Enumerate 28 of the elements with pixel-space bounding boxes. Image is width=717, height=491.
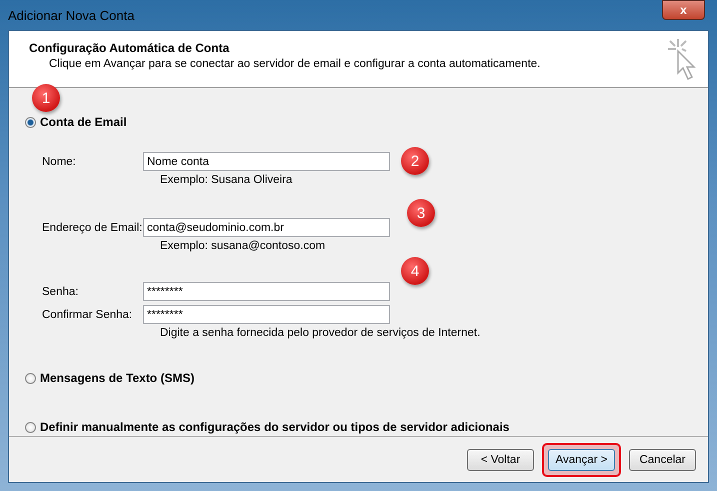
header-title: Configuração Automática de Conta: [29, 41, 230, 55]
option-label[interactable]: Definir manualmente as configurações do servidor ou tipos de servidor adicionais: [40, 420, 510, 434]
field-label: Confirmar Senha:: [42, 308, 134, 320]
input-field[interactable]: Nome conta: [143, 152, 390, 171]
radio-button[interactable]: [25, 422, 36, 432]
input-field[interactable]: ********: [143, 305, 390, 324]
step-marker: 4: [401, 257, 429, 285]
step-marker: 1: [32, 84, 60, 112]
input-field[interactable]: conta@seudominio.com.br: [143, 218, 390, 237]
dialog-button[interactable]: < Voltar: [467, 448, 534, 470]
radio-button[interactable]: [25, 372, 36, 384]
field-label: Endereço de Email:: [42, 222, 143, 234]
radio-button[interactable]: [25, 116, 36, 128]
close-button[interactable]: x: [662, 0, 705, 20]
header-subtitle: Clique em Avançar para se conectar ao servidor de email e configurar a conta automaticamente.: [49, 58, 540, 70]
window-title: Adicionar Nova Conta: [8, 8, 134, 22]
step-marker: 2: [401, 147, 429, 175]
field-label: Nome:: [42, 156, 77, 168]
dialog-button[interactable]: Avançar >: [548, 448, 615, 470]
option-label[interactable]: Mensagens de Texto (SMS): [40, 371, 194, 385]
hint-text: Exemplo: susana@contoso.com: [160, 240, 326, 252]
step-marker: 3: [407, 199, 435, 227]
field-label: Senha:: [42, 286, 80, 298]
hint-text: Exemplo: Susana Oliveira: [160, 174, 292, 186]
hint-text: Digite a senha fornecida pelo provedor de serviços de Internet.: [160, 327, 480, 339]
dialog-button[interactable]: Cancelar: [629, 448, 696, 470]
option-label[interactable]: Conta de Email: [40, 115, 127, 129]
input-field[interactable]: ********: [143, 282, 390, 301]
